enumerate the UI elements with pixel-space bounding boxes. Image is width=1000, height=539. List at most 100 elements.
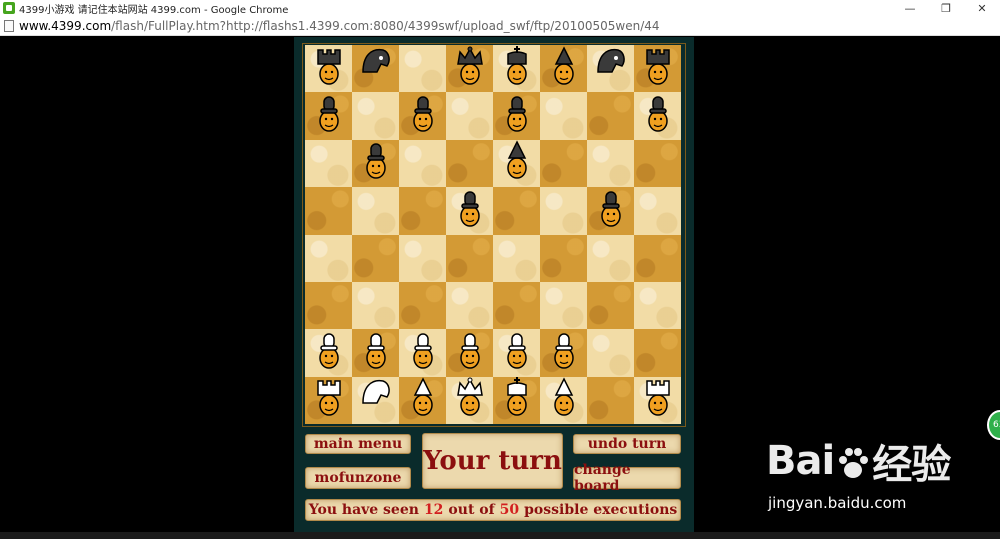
board-square[interactable]: [493, 281, 540, 330]
board-square[interactable]: [634, 45, 681, 93]
url-text[interactable]: www.4399.com/flash/FullPlay.htm?http://f…: [19, 19, 660, 33]
chess-board[interactable]: [305, 45, 681, 425]
black-pawn-icon[interactable]: [592, 188, 630, 234]
black-rook-icon[interactable]: [639, 46, 677, 92]
board-square[interactable]: [305, 329, 352, 377]
board-square[interactable]: [399, 45, 446, 93]
board-square[interactable]: [446, 45, 493, 93]
board-square[interactable]: [493, 376, 540, 425]
black-pawn-icon[interactable]: [404, 93, 442, 139]
minimize-button[interactable]: —: [892, 0, 928, 16]
white-bishop-icon[interactable]: [404, 377, 442, 423]
board-square[interactable]: [540, 45, 587, 93]
black-pawn-icon[interactable]: [498, 93, 536, 139]
white-pawn-icon[interactable]: [451, 330, 489, 376]
board-square[interactable]: [399, 92, 446, 140]
board-square[interactable]: [352, 139, 399, 188]
black-pawn-icon[interactable]: [357, 140, 395, 186]
black-pawn-icon[interactable]: [639, 93, 677, 139]
board-square[interactable]: [493, 234, 540, 282]
board-square[interactable]: [540, 281, 587, 330]
board-square[interactable]: [587, 187, 634, 235]
white-pawn-icon[interactable]: [404, 330, 442, 376]
board-square[interactable]: [587, 329, 634, 377]
board-square[interactable]: [305, 281, 352, 330]
black-pawn-icon[interactable]: [451, 188, 489, 234]
board-square[interactable]: [305, 187, 352, 235]
board-square[interactable]: [493, 92, 540, 140]
board-square[interactable]: [540, 139, 587, 188]
board-square[interactable]: [446, 92, 493, 140]
white-pawn-icon[interactable]: [545, 330, 583, 376]
board-square[interactable]: [587, 234, 634, 282]
white-pawn-icon[interactable]: [310, 330, 348, 376]
board-square[interactable]: [540, 92, 587, 140]
board-square[interactable]: [634, 329, 681, 377]
board-square[interactable]: [352, 92, 399, 140]
board-square[interactable]: [446, 281, 493, 330]
board-square[interactable]: [587, 376, 634, 425]
white-rook-icon[interactable]: [310, 377, 348, 423]
board-square[interactable]: [399, 376, 446, 425]
board-square[interactable]: [587, 281, 634, 330]
board-square[interactable]: [399, 281, 446, 330]
board-square[interactable]: [446, 329, 493, 377]
black-pawn-icon[interactable]: [310, 93, 348, 139]
board-square[interactable]: [493, 187, 540, 235]
board-square[interactable]: [634, 187, 681, 235]
board-square[interactable]: [352, 329, 399, 377]
board-square[interactable]: [352, 376, 399, 425]
white-knight-icon[interactable]: [357, 377, 395, 423]
board-square[interactable]: [634, 139, 681, 188]
black-bishop-icon[interactable]: [498, 140, 536, 186]
board-square[interactable]: [540, 376, 587, 425]
board-square[interactable]: [352, 234, 399, 282]
black-bishop-icon[interactable]: [545, 46, 583, 92]
board-square[interactable]: [352, 45, 399, 93]
board-square[interactable]: [446, 187, 493, 235]
board-square[interactable]: [634, 234, 681, 282]
restore-button[interactable]: ❐: [928, 0, 964, 16]
board-square[interactable]: [587, 45, 634, 93]
undo-turn-button[interactable]: undo turn: [573, 434, 681, 454]
board-square[interactable]: [634, 281, 681, 330]
white-queen-icon[interactable]: [451, 377, 489, 423]
white-pawn-icon[interactable]: [357, 330, 395, 376]
board-square[interactable]: [587, 92, 634, 140]
floating-badge[interactable]: 63: [987, 410, 1000, 440]
close-button[interactable]: ✕: [964, 0, 1000, 16]
board-square[interactable]: [399, 187, 446, 235]
board-square[interactable]: [399, 139, 446, 188]
board-square[interactable]: [305, 45, 352, 93]
board-square[interactable]: [352, 281, 399, 330]
black-knight-icon[interactable]: [592, 46, 630, 92]
board-square[interactable]: [540, 187, 587, 235]
board-square[interactable]: [540, 329, 587, 377]
board-square[interactable]: [540, 234, 587, 282]
black-knight-icon[interactable]: [357, 46, 395, 92]
board-square[interactable]: [446, 234, 493, 282]
change-board-button[interactable]: change board: [573, 462, 681, 494]
board-square[interactable]: [493, 45, 540, 93]
black-rook-icon[interactable]: [310, 46, 348, 92]
black-king-icon[interactable]: [498, 45, 536, 92]
address-bar[interactable]: www.4399.com/flash/FullPlay.htm?http://f…: [0, 16, 1000, 36]
board-square[interactable]: [399, 234, 446, 282]
board-square[interactable]: [446, 376, 493, 425]
white-king-icon[interactable]: [498, 377, 536, 423]
board-square[interactable]: [493, 139, 540, 188]
board-square[interactable]: [305, 234, 352, 282]
board-square[interactable]: [305, 139, 352, 188]
white-pawn-icon[interactable]: [498, 330, 536, 376]
white-bishop-icon[interactable]: [545, 377, 583, 423]
board-square[interactable]: [446, 139, 493, 188]
board-square[interactable]: [352, 187, 399, 235]
board-square[interactable]: [634, 376, 681, 425]
white-rook-icon[interactable]: [639, 377, 677, 423]
board-square[interactable]: [399, 329, 446, 377]
mofunzone-button[interactable]: mofunzone: [305, 467, 411, 489]
board-square[interactable]: [305, 92, 352, 140]
board-square[interactable]: [587, 139, 634, 188]
board-square[interactable]: [493, 329, 540, 377]
board-square[interactable]: [305, 376, 352, 425]
